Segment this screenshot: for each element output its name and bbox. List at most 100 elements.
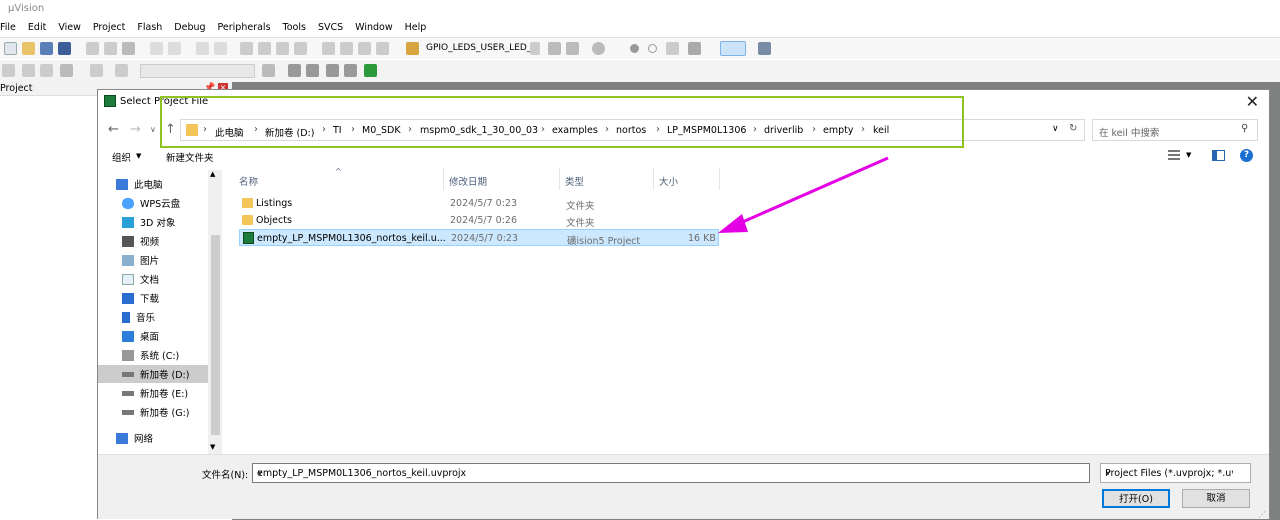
bookmark-prev-icon[interactable] <box>258 42 271 55</box>
filetype-select[interactable]: Project Files (*.uvprojx; *.uvp ∨ <box>1100 463 1251 483</box>
nav-back-icon[interactable] <box>196 42 209 55</box>
target-name[interactable]: GPIO_LEDS_USER_LED_1 <box>426 43 537 53</box>
uncomment-icon[interactable] <box>376 42 389 55</box>
new-folder-button[interactable]: 新建文件夹 <box>166 150 214 164</box>
pack-installer-icon[interactable] <box>364 64 377 77</box>
scroll-up-icon[interactable]: ▲ <box>210 170 215 178</box>
find-icon[interactable] <box>548 42 561 55</box>
comment-icon[interactable] <box>358 42 371 55</box>
close-icon[interactable]: ✕ <box>1246 92 1259 111</box>
open-button[interactable]: 打开(O) <box>1102 489 1170 508</box>
resize-grip-icon[interactable]: ⋰ <box>1258 510 1266 519</box>
save-icon[interactable] <box>40 42 53 55</box>
undo-icon[interactable] <box>150 42 163 55</box>
nav-drive-e[interactable]: 新加卷 (E:) <box>122 384 188 402</box>
menu-tools[interactable]: Tools <box>277 19 312 36</box>
redo-icon[interactable] <box>168 42 181 55</box>
nav-documents[interactable]: 文档 <box>122 270 159 288</box>
nav-pictures[interactable]: 图片 <box>122 251 159 269</box>
bookmark-next-icon[interactable] <box>276 42 289 55</box>
view-mode-icon[interactable] <box>1168 150 1180 161</box>
load-icon[interactable] <box>115 64 128 77</box>
file-row[interactable]: Objects 2024/5/7 0:26 文件夹 <box>239 212 719 229</box>
column-type[interactable]: 类型 <box>565 174 584 188</box>
nav-forward-icon[interactable] <box>214 42 227 55</box>
column-size[interactable]: 大小 <box>659 174 678 188</box>
nav-videos[interactable]: 视频 <box>122 232 159 250</box>
bookmark-icon[interactable] <box>240 42 253 55</box>
nav-drive-c[interactable]: 系统 (C:) <box>122 346 179 364</box>
target-options-icon[interactable] <box>262 64 275 77</box>
cancel-button[interactable]: 取消 <box>1182 489 1250 508</box>
menu-debug[interactable]: Debug <box>168 19 211 36</box>
scroll-down-icon[interactable]: ▼ <box>210 443 215 451</box>
file-row[interactable]: Listings 2024/5/7 0:23 文件夹 <box>239 195 719 212</box>
paste-icon[interactable] <box>122 42 135 55</box>
column-date[interactable]: 修改日期 <box>449 174 487 188</box>
column-divider[interactable] <box>719 168 720 190</box>
indent-icon[interactable] <box>322 42 335 55</box>
cut-icon[interactable] <box>86 42 99 55</box>
menu-help[interactable]: Help <box>399 19 433 36</box>
menu-edit[interactable]: Edit <box>22 19 52 36</box>
menu-window[interactable]: Window <box>349 19 398 36</box>
breakpoint-clear-icon[interactable] <box>666 42 679 55</box>
column-divider[interactable] <box>559 168 560 190</box>
zoom-icon[interactable] <box>592 42 605 55</box>
nav-wps-cloud[interactable]: WPS云盘 <box>122 194 180 212</box>
help-icon[interactable]: ? <box>1240 149 1253 162</box>
nav-desktop[interactable]: 桌面 <box>122 327 159 345</box>
new-file-icon[interactable] <box>4 42 17 55</box>
manage-components-icon[interactable] <box>306 64 319 77</box>
batch-build-icon[interactable] <box>60 64 73 77</box>
nav-drive-g[interactable]: 新加卷 (G:) <box>122 403 190 421</box>
save-all-icon[interactable] <box>58 42 71 55</box>
stop-build-icon[interactable] <box>90 64 103 77</box>
bookmark-clear-icon[interactable] <box>294 42 307 55</box>
target-options-icon[interactable] <box>406 42 419 55</box>
chevron-down-icon[interactable]: ▼ <box>136 152 141 160</box>
column-name[interactable]: 名称 <box>239 174 258 188</box>
nav-drive-d[interactable]: 新加卷 (D:) <box>98 365 208 383</box>
find-in-files-icon[interactable] <box>566 42 579 55</box>
column-divider[interactable] <box>443 168 444 190</box>
filename-input[interactable]: empty_LP_MSPM0L1306_nortos_keil.uvprojx … <box>252 463 1090 483</box>
back-arrow-icon[interactable]: ← <box>108 122 119 137</box>
kill-breakpoints-icon[interactable] <box>688 42 701 55</box>
settings-wrench-icon[interactable] <box>758 42 771 55</box>
breakpoint-icon[interactable] <box>630 44 639 53</box>
refresh-icon[interactable]: ↻ <box>1069 123 1077 134</box>
nav-network[interactable]: 网络 <box>116 429 153 447</box>
menu-view[interactable]: View <box>52 19 87 36</box>
packs-icon[interactable] <box>344 64 357 77</box>
nav-music[interactable]: 音乐 <box>122 308 155 326</box>
scrollbar-thumb[interactable] <box>211 235 220 435</box>
chevron-down-icon[interactable]: ∨ <box>1052 124 1059 134</box>
menu-svcs[interactable]: SVCS <box>312 19 349 36</box>
breakpoint-disable-icon[interactable] <box>648 44 657 53</box>
chevron-down-icon[interactable] <box>530 42 540 55</box>
translate-icon[interactable] <box>2 64 15 77</box>
nav-this-pc[interactable]: 此电脑 <box>116 175 163 193</box>
unindent-icon[interactable] <box>340 42 353 55</box>
menu-file[interactable]: File <box>0 19 22 36</box>
menu-flash[interactable]: Flash <box>131 19 168 36</box>
nav-downloads[interactable]: 下载 <box>122 289 159 307</box>
rebuild-icon[interactable] <box>40 64 53 77</box>
open-file-icon[interactable] <box>22 42 35 55</box>
file-extensions-icon[interactable] <box>288 64 301 77</box>
copy-icon[interactable] <box>104 42 117 55</box>
run-time-env-icon[interactable] <box>326 64 339 77</box>
target-select[interactable] <box>140 64 255 78</box>
column-divider[interactable] <box>653 168 654 190</box>
nav-3d-objects[interactable]: 3D 对象 <box>122 213 175 231</box>
search-input[interactable]: 在 keil 中搜索 ⚲ <box>1092 119 1258 141</box>
recent-locations-chevron-icon[interactable]: ∨ <box>150 125 156 134</box>
menu-peripherals[interactable]: Peripherals <box>212 19 277 36</box>
organize-button[interactable]: 组织 <box>112 150 131 164</box>
chevron-down-icon[interactable]: ∨ <box>257 468 1085 477</box>
chevron-down-icon[interactable]: ▼ <box>1186 151 1191 159</box>
menu-project[interactable]: Project <box>87 19 132 36</box>
window-layout-icon[interactable] <box>720 41 746 56</box>
preview-pane-icon[interactable] <box>1212 150 1225 161</box>
